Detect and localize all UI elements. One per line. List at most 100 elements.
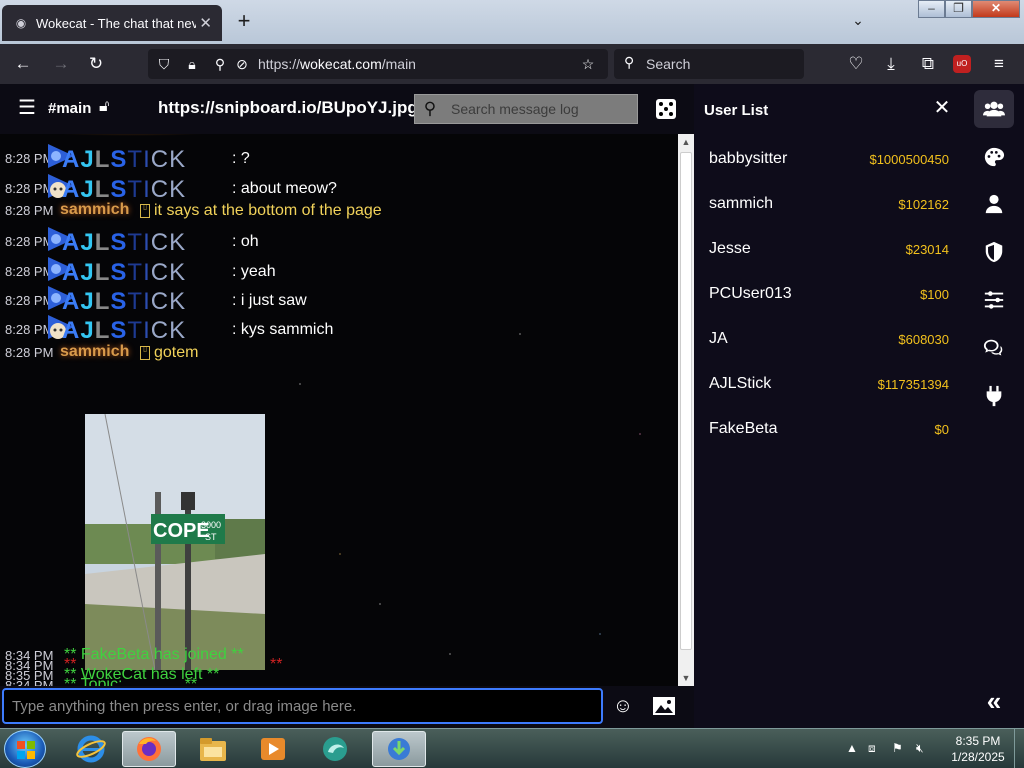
window-controls: – ❐ ✕: [918, 0, 1022, 20]
emoji-glyph-icon: ▯: [140, 346, 150, 360]
username[interactable]: sammich: [60, 343, 129, 361]
user-list-item[interactable]: JA $608030: [694, 318, 964, 358]
volume-muted-icon[interactable]: 🔇︎: [916, 741, 924, 756]
minimize-button[interactable]: –: [918, 0, 945, 18]
list-tabs-chevron-icon[interactable]: ⌄: [848, 12, 868, 32]
start-button[interactable]: [4, 730, 46, 768]
chat-bubbles-icon[interactable]: [974, 329, 1014, 367]
user-list-item[interactable]: Jesse $23014: [694, 228, 964, 268]
message-input-bar: ☺: [0, 686, 694, 728]
scroll-down-arrow-icon[interactable]: ▼: [678, 670, 694, 686]
tab-title: Wokecat - The chat that never: [36, 15, 196, 31]
username[interactable]: AJLSTICK: [62, 259, 186, 287]
user-list-item[interactable]: babbysitter $1000500450: [694, 138, 964, 178]
message-list: 8:28 PM AJLSTICK : ? 8:28 PM AJLSTICK : …: [0, 134, 678, 686]
system-message: 8:34 PM ** FakeBeta has joined **: [5, 646, 244, 663]
file-explorer-icon[interactable]: [186, 731, 240, 767]
hamburger-menu-icon[interactable]: ≡: [988, 53, 1010, 75]
wokecat-favicon-icon: ◉: [15, 16, 27, 30]
back-arrow-icon[interactable]: ←: [12, 53, 34, 75]
close-tab-icon[interactable]: ✕: [199, 14, 212, 32]
bookmark-star-icon[interactable]: ☆: [578, 54, 598, 74]
tray-expand-icon[interactable]: ▲: [846, 741, 858, 755]
clock-time: 8:35 PM: [955, 734, 1001, 748]
address-bar[interactable]: ⛉ 🔒︎ ⚲ ⊘ https://wokecat.com/main ☆: [148, 49, 608, 79]
image-upload-icon[interactable]: [652, 695, 676, 717]
emoji-smiley-icon[interactable]: ☺: [612, 695, 634, 717]
search-placeholder: Search: [646, 56, 691, 72]
close-window-button[interactable]: ✕: [972, 0, 1020, 18]
shield-icon[interactable]: [974, 233, 1014, 271]
unlocked-padlock-icon[interactable]: 🔓︎: [99, 98, 109, 116]
posted-street-sign-image[interactable]: COPE 3000 ST: [85, 414, 265, 670]
search-icon: ⚲: [624, 54, 635, 70]
username[interactable]: AJLSTICK: [62, 229, 186, 257]
browser-nav-bar: ← → ↻ ⛉ 🔒︎ ⚲ ⊘ https://wokecat.com/main …: [0, 44, 1024, 84]
browser-tab[interactable]: ◉ Wokecat - The chat that never ✕: [2, 5, 222, 41]
menu-icon[interactable]: ☰: [16, 97, 38, 119]
pocket-icon[interactable]: ♡: [845, 53, 867, 75]
side-icon-bar: «: [964, 84, 1024, 728]
network-icon[interactable]: ⧈: [868, 741, 876, 756]
palette-icon[interactable]: [974, 138, 1014, 176]
firefox-icon[interactable]: [122, 731, 176, 767]
chat-message: 8:28 PM AJLSTICK : oh: [0, 227, 678, 256]
message-text: : about meow?: [232, 180, 337, 197]
chat-message: 8:28 PM AJLSTICK : yeah: [0, 257, 678, 286]
new-tab-button[interactable]: +: [232, 10, 256, 34]
message-text: : oh: [232, 233, 259, 250]
action-center-flag-icon[interactable]: ⚑: [892, 741, 903, 755]
message-log-search-input[interactable]: [445, 101, 625, 117]
app-swirl-icon[interactable]: [308, 731, 362, 767]
shield-icon[interactable]: ⛉: [154, 54, 174, 74]
forward-arrow-icon[interactable]: →: [50, 53, 72, 75]
taskbar-clock[interactable]: 8:35 PM 1/28/2025: [946, 733, 1010, 765]
username[interactable]: AJLSTICK: [62, 288, 186, 316]
message-input[interactable]: [2, 688, 603, 724]
media-player-icon[interactable]: [246, 731, 300, 767]
system-tray: ▲ ⧈ ⚑ 🔇︎ 8:35 PM 1/28/2025: [840, 729, 1024, 768]
user-list-item[interactable]: PCUser013 $100: [694, 273, 964, 313]
download-manager-icon[interactable]: [372, 731, 426, 767]
tracking-blocked-icon[interactable]: ⊘: [232, 54, 252, 74]
extensions-icon[interactable]: ⧉: [917, 53, 939, 75]
sliders-icon[interactable]: [974, 281, 1014, 319]
user-list-title: User List: [704, 102, 769, 119]
search-icon: ⚲: [423, 99, 437, 118]
username[interactable]: sammich: [60, 201, 129, 219]
user-balance: $0: [934, 422, 949, 437]
user-balance: $1000500450: [869, 152, 949, 167]
system-message-text: ** WokeCat has left **: [64, 666, 220, 683]
maximize-button[interactable]: ❐: [945, 0, 972, 18]
user-list-item[interactable]: AJLStick $117351394: [694, 363, 964, 403]
browser-search-box[interactable]: ⚲ Search: [614, 49, 804, 79]
channel-topic-link[interactable]: https://snipboard.io/BUpoYJ.jpg: [158, 98, 418, 118]
windows-taskbar: ▲ ⧈ ⚑ 🔇︎ 8:35 PM 1/28/2025: [0, 728, 1024, 768]
username[interactable]: AJLSTICK: [62, 146, 186, 174]
system-message: 8:35 PM ** WokeCat has left **: [5, 666, 220, 683]
profile-icon[interactable]: [974, 185, 1014, 223]
chat-message: 8:28 PM AJLSTICK : i just saw: [0, 286, 678, 315]
reload-icon[interactable]: ↻: [85, 53, 107, 75]
chat-message: 8:28 PM AJLSTICK : about meow?: [0, 174, 678, 203]
lock-icon[interactable]: 🔒︎: [182, 54, 202, 74]
scroll-up-arrow-icon[interactable]: ▲: [678, 134, 694, 150]
dice-icon[interactable]: [656, 99, 676, 119]
show-desktop-button[interactable]: [1014, 729, 1024, 768]
close-icon[interactable]: ✕: [932, 98, 952, 118]
collapse-double-chevron-icon[interactable]: «: [982, 688, 1006, 714]
user-list-item[interactable]: FakeBeta $0: [694, 408, 964, 448]
user-list-item[interactable]: sammich $102162: [694, 183, 964, 223]
downloads-icon[interactable]: ⤓: [880, 53, 902, 75]
plug-icon[interactable]: [974, 377, 1014, 415]
ublock-origin-icon[interactable]: uO: [953, 55, 971, 73]
permissions-icon[interactable]: ⚲: [210, 54, 230, 74]
users-icon[interactable]: [974, 90, 1014, 128]
scrollbar-thumb[interactable]: [680, 152, 692, 650]
user-balance: $117351394: [877, 377, 949, 392]
chat-message: 8:28 PM AJLSTICK : ?: [0, 144, 678, 173]
internet-explorer-icon[interactable]: [64, 731, 118, 767]
chat-scrollbar[interactable]: ▲ ▼: [678, 134, 694, 686]
emoji-glyph-icon: ▯: [140, 204, 150, 218]
wokecat-app: ☰ #main 🔓︎ https://snipboard.io/BUpoYJ.j…: [0, 84, 1024, 728]
